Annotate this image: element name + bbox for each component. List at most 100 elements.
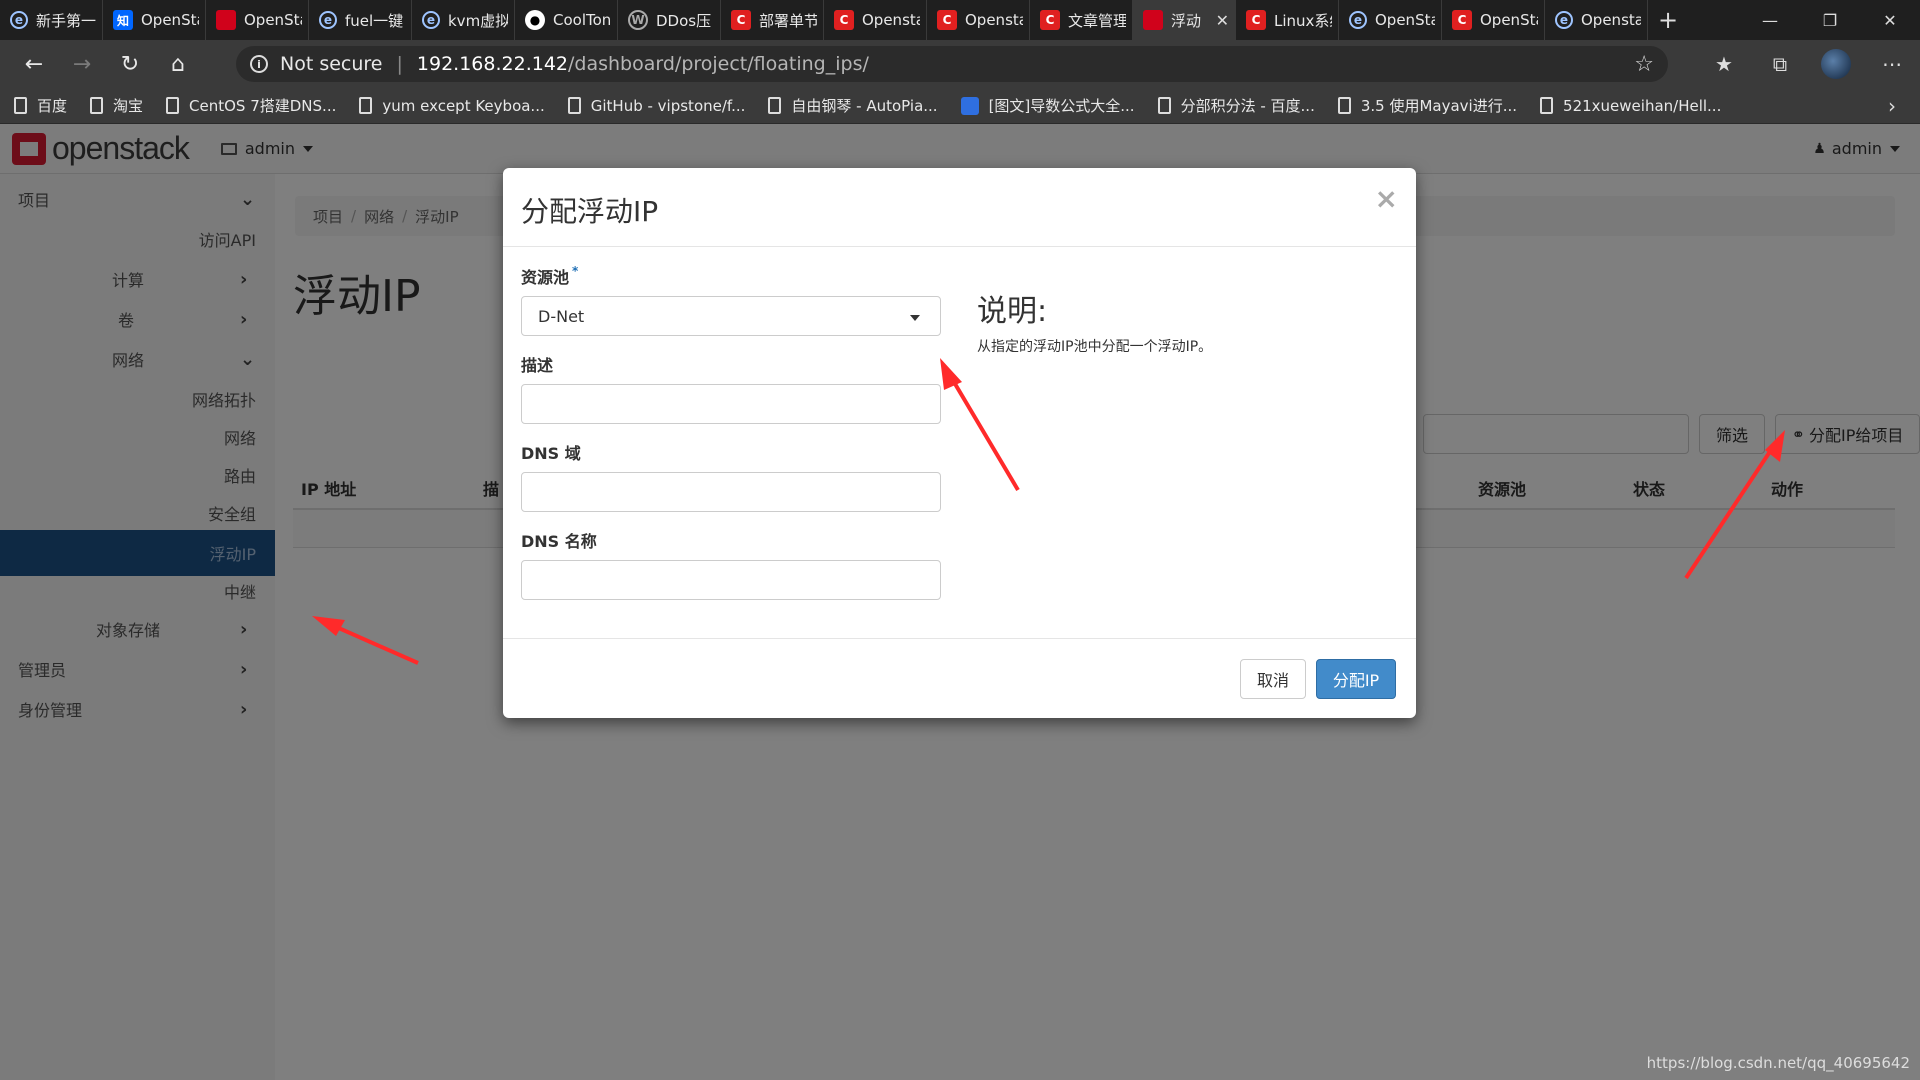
browser-tab[interactable]: e Opensta (1545, 0, 1648, 40)
bookmark-item[interactable]: 淘宝 (90, 95, 143, 116)
close-icon[interactable]: × (1375, 182, 1398, 215)
browser-tab[interactable]: C Opensta (927, 0, 1030, 40)
bookmark-label: 自由钢琴 - AutoPia... (791, 97, 938, 115)
csdn-icon: C (1040, 10, 1060, 30)
home-icon[interactable]: ⌂ (154, 40, 202, 88)
bookmark-item[interactable]: GitHub - vipstone/f... (567, 96, 746, 115)
csdn-icon: C (1452, 10, 1472, 30)
browser-tab[interactable]: 知 OpenSta (103, 0, 206, 40)
bookmark-label: 521xueweihan/Hell... (1563, 96, 1722, 115)
tab-title: Opensta (965, 11, 1023, 29)
openstack-icon (216, 10, 236, 30)
bookmarks-bar: 百度 淘宝 CentOS 7搭建DNS... yum except Keyboa...… (0, 88, 1920, 124)
help-title: 说明: (977, 294, 1048, 329)
tab-title: OpenSta (1480, 11, 1538, 29)
browser-tab[interactable]: e fuel一键 (309, 0, 412, 40)
csdn-icon: C (834, 10, 854, 30)
browser-tab[interactable]: C 文章管理 (1030, 0, 1133, 40)
tab-list: e新手第一知OpenStaOpenStaefuel一键ekvm虚拟●CoolTo… (0, 0, 1648, 40)
more-menu-icon[interactable]: ⋯ (1864, 40, 1920, 88)
browser-tab[interactable]: e 新手第一 (0, 0, 103, 40)
baidu-paw-icon (960, 96, 979, 115)
edge-icon: e (10, 11, 28, 29)
star-icon[interactable]: ☆ (1634, 52, 1654, 77)
tab-title: OpenSta (141, 11, 199, 29)
refresh-icon[interactable]: ↻ (106, 40, 154, 88)
browser-tab[interactable]: ● CoolTon (515, 0, 618, 40)
dns-name-label: DNS 名称 (521, 532, 597, 551)
pool-select-value: D-Net (538, 306, 585, 326)
url-path: /dashboard/project/floating_ips/ (568, 53, 869, 75)
page-icon (1157, 97, 1171, 114)
modal-header: 分配浮动IP × (503, 168, 1416, 247)
bookmark-item[interactable]: 3.5 使用Mayavi进行... (1337, 95, 1518, 116)
tab-close-icon[interactable]: ✕ (1216, 11, 1229, 30)
page-icon (90, 97, 104, 114)
pool-label-text: 资源池 (521, 268, 570, 287)
edge-icon: e (319, 11, 337, 29)
bookmark-item[interactable]: yum except Keyboa... (359, 97, 545, 115)
pool-select[interactable]: D-Net (521, 296, 941, 336)
collections-icon[interactable]: ⧉ (1752, 40, 1808, 88)
security-label: Not secure (280, 53, 383, 75)
window-controls: — ❐ ✕ (1740, 0, 1920, 40)
minimize-button[interactable]: — (1740, 0, 1800, 40)
new-tab-button[interactable]: + (1648, 0, 1688, 40)
csdn-icon: C (1246, 10, 1266, 30)
page-icon (1337, 97, 1351, 114)
browser-tab[interactable]: C Opensta (824, 0, 927, 40)
browser-tab[interactable]: OpenSta (206, 0, 309, 40)
tab-active[interactable]: 浮动 ✕ (1133, 0, 1236, 40)
tab-title: CoolTon (553, 11, 611, 29)
tab-title: fuel一键 (345, 11, 404, 30)
info-icon[interactable]: i (250, 55, 268, 73)
modal-footer: 取消 分配IP (503, 638, 1416, 718)
github-icon: ● (525, 10, 545, 30)
watermark: https://blog.csdn.net/qq_40695642 (1646, 1054, 1910, 1072)
allocate-floating-ip-dialog: 分配浮动IP × 资源池 * D-Net 描述 DNS 域 DNS 名称 说明: … (503, 168, 1416, 718)
caret-down-icon (910, 315, 920, 321)
browser-tab-strip: e新手第一知OpenStaOpenStaefuel一键ekvm虚拟●CoolTo… (0, 0, 1920, 40)
browser-tab[interactable]: W DDos压 (618, 0, 721, 40)
tab-title: DDos压 (656, 11, 712, 30)
browser-tab[interactable]: e OpenSta (1339, 0, 1442, 40)
wordpress-icon: W (628, 10, 648, 30)
forward-icon[interactable]: → (58, 40, 106, 88)
zhihu-icon: 知 (113, 10, 133, 30)
tab-title: Opensta (1581, 11, 1641, 29)
openstack-icon (1143, 10, 1163, 30)
description-input[interactable] (521, 384, 941, 424)
help-text: 从指定的浮动IP池中分配一个浮动IP。 (977, 339, 1213, 355)
openstack-page: openstack admin ♟ admin 项目⌄访问API计算›卷›网络⌄… (0, 124, 1920, 1080)
browser-tab[interactable]: e kvm虚拟 (412, 0, 515, 40)
browser-tab[interactable]: C Linux系统 (1236, 0, 1339, 40)
bookmark-item[interactable]: 521xueweihan/Hell... (1540, 97, 1721, 115)
close-window-button[interactable]: ✕ (1860, 0, 1920, 40)
dns-name-input[interactable] (521, 560, 941, 600)
back-icon[interactable]: ← (10, 40, 58, 88)
profile-avatar[interactable] (1808, 40, 1864, 88)
browser-toolbar-icons: ★ ⧉ ⋯ (1696, 40, 1920, 88)
bookmark-item[interactable]: 自由钢琴 - AutoPia... (768, 95, 938, 116)
browser-tab[interactable]: C OpenSta (1442, 0, 1545, 40)
description-label: 描述 (521, 356, 554, 375)
bookmark-label: 3.5 使用Mayavi进行... (1360, 97, 1518, 115)
bookmark-label: GitHub - vipstone/f... (590, 96, 746, 115)
chevron-right-icon[interactable]: › (1888, 94, 1896, 118)
csdn-icon: C (731, 10, 751, 30)
dns-domain-input[interactable] (521, 472, 941, 512)
bookmark-item[interactable]: CentOS 7搭建DNS... (166, 95, 336, 116)
required-mark: * (572, 264, 579, 278)
favorites-icon[interactable]: ★ (1696, 40, 1752, 88)
cancel-button[interactable]: 取消 (1240, 659, 1306, 699)
bookmark-item[interactable]: 分部积分法 - 百度... (1157, 95, 1315, 116)
url-bar[interactable]: i Not secure | 192.168.22.142 /dashboard… (236, 46, 1668, 82)
bookmark-item[interactable]: 百度 (14, 95, 67, 116)
allocate-ip-button[interactable]: 分配IP (1316, 659, 1396, 699)
page-icon (768, 97, 782, 114)
url-host: 192.168.22.142 (416, 53, 568, 75)
browser-tab[interactable]: C 部署单节 (721, 0, 824, 40)
avatar (1821, 49, 1851, 79)
restore-button[interactable]: ❐ (1800, 0, 1860, 40)
bookmark-item[interactable]: [图文]导数公式大全... (960, 95, 1135, 116)
